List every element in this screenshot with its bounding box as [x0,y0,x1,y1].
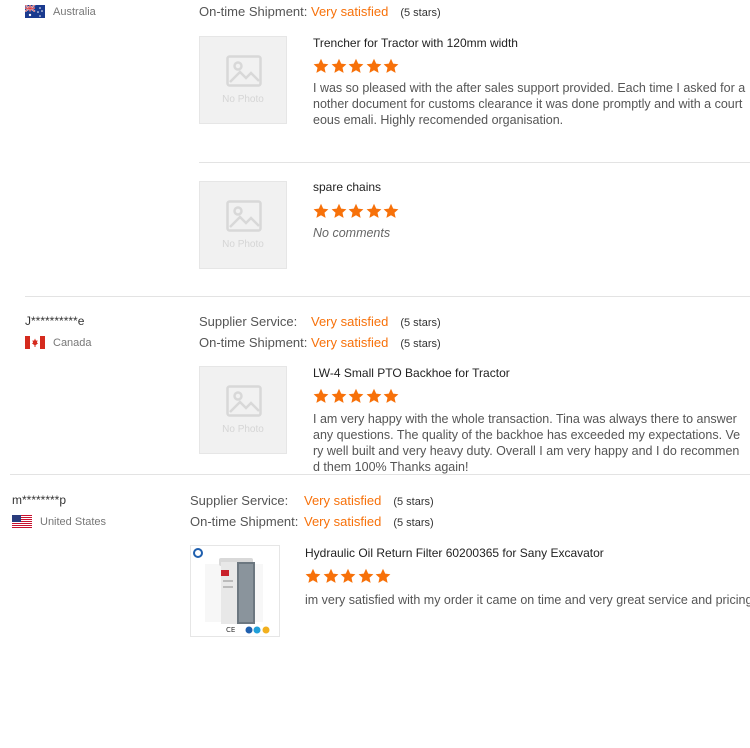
product-rating-stars [305,568,393,584]
country-name: Australia [53,5,96,18]
divider [199,162,750,163]
on-time-shipment-rating: On-time Shipment: Very satisfied (5 star… [199,335,441,350]
review-comment: I am very happy with the whole transacti… [313,412,741,474]
star-icon [358,568,374,584]
product-rating-stars [313,388,401,404]
review-comment: I was so pleased with the after sales su… [313,81,746,127]
product-title[interactable]: Hydraulic Oil Return Filter 60200365 for… [305,546,604,560]
product-image-placeholder[interactable]: No Photo [199,36,287,124]
product-title[interactable]: spare chains [313,180,381,194]
star-icon [383,58,399,74]
country-name: United States [40,515,107,528]
product-title[interactable]: Trencher for Tractor with 120mm width [313,36,518,50]
buyer-country: Canada [25,336,92,349]
star-icon [366,388,382,404]
star-icon [348,203,364,219]
no-photo-label: No Photo [222,424,264,435]
rating-stars-text: (5 stars) [400,338,441,350]
rating-value: Very satisfied [311,314,389,329]
image-placeholder-icon [226,385,262,417]
star-icon [331,58,347,74]
united-states-flag-icon [12,515,32,528]
canada-flag-icon [25,336,45,349]
star-icon [375,568,391,584]
svg-text:CE: CE [226,626,235,634]
product-image-placeholder[interactable]: No Photo [199,181,287,269]
star-icon [305,568,321,584]
country-name: Canada [53,336,92,349]
star-icon [348,388,364,404]
product-rating-stars [313,58,401,74]
image-placeholder-icon [226,55,262,87]
star-icon [323,568,339,584]
rating-stars-text: (5 stars) [400,317,441,329]
product-rating-stars [313,203,401,219]
rating-value: Very satisfied [304,493,382,508]
rating-label: Supplier Service: [190,493,289,508]
on-time-shipment-rating: On-time Shipment: Very satisfied (5 star… [190,514,434,529]
review-comment: im very satisfied with my order it came … [305,593,750,607]
rating-stars-text: (5 stars) [400,7,441,19]
rating-stars-text: (5 stars) [393,496,434,508]
hydraulic-filter-photo-icon: CE [193,548,270,634]
rating-label: On-time Shipment: [199,4,308,19]
star-icon [331,388,347,404]
rating-value: Very satisfied [304,514,382,529]
rating-value: Very satisfied [311,335,389,350]
product-photo[interactable]: CE [190,545,280,637]
buyer-name: m********p [12,493,67,507]
star-icon [366,58,382,74]
no-photo-label: No Photo [222,94,264,105]
star-icon [313,58,329,74]
rating-label: Supplier Service: [199,314,298,329]
product-title[interactable]: LW-4 Small PTO Backhoe for Tractor [313,366,510,380]
buyer-country: United States [12,515,106,528]
star-icon [383,203,399,219]
on-time-shipment-rating: On-time Shipment: Very satisfied (5 star… [199,4,441,19]
star-icon [348,58,364,74]
rating-stars-text: (5 stars) [393,517,434,529]
supplier-service-rating: Supplier Service: Very satisfied (5 star… [190,493,434,508]
star-icon [383,388,399,404]
buyer-country: Australia [25,5,96,18]
star-icon [331,203,347,219]
supplier-service-rating: Supplier Service: Very satisfied (5 star… [199,314,441,329]
buyer-name: J**********e [25,314,85,328]
rating-value: Very satisfied [311,4,389,19]
star-icon [313,388,329,404]
star-icon [340,568,356,584]
no-photo-label: No Photo [222,239,264,250]
star-icon [366,203,382,219]
image-placeholder-icon [226,200,262,232]
australia-flag-icon [25,5,45,18]
rating-label: On-time Shipment: [190,514,299,529]
product-image-placeholder[interactable]: No Photo [199,366,287,454]
star-icon [313,203,329,219]
rating-label: On-time Shipment: [199,335,308,350]
divider [10,474,750,475]
divider [25,296,750,297]
no-comments-text: No comments [313,226,391,240]
